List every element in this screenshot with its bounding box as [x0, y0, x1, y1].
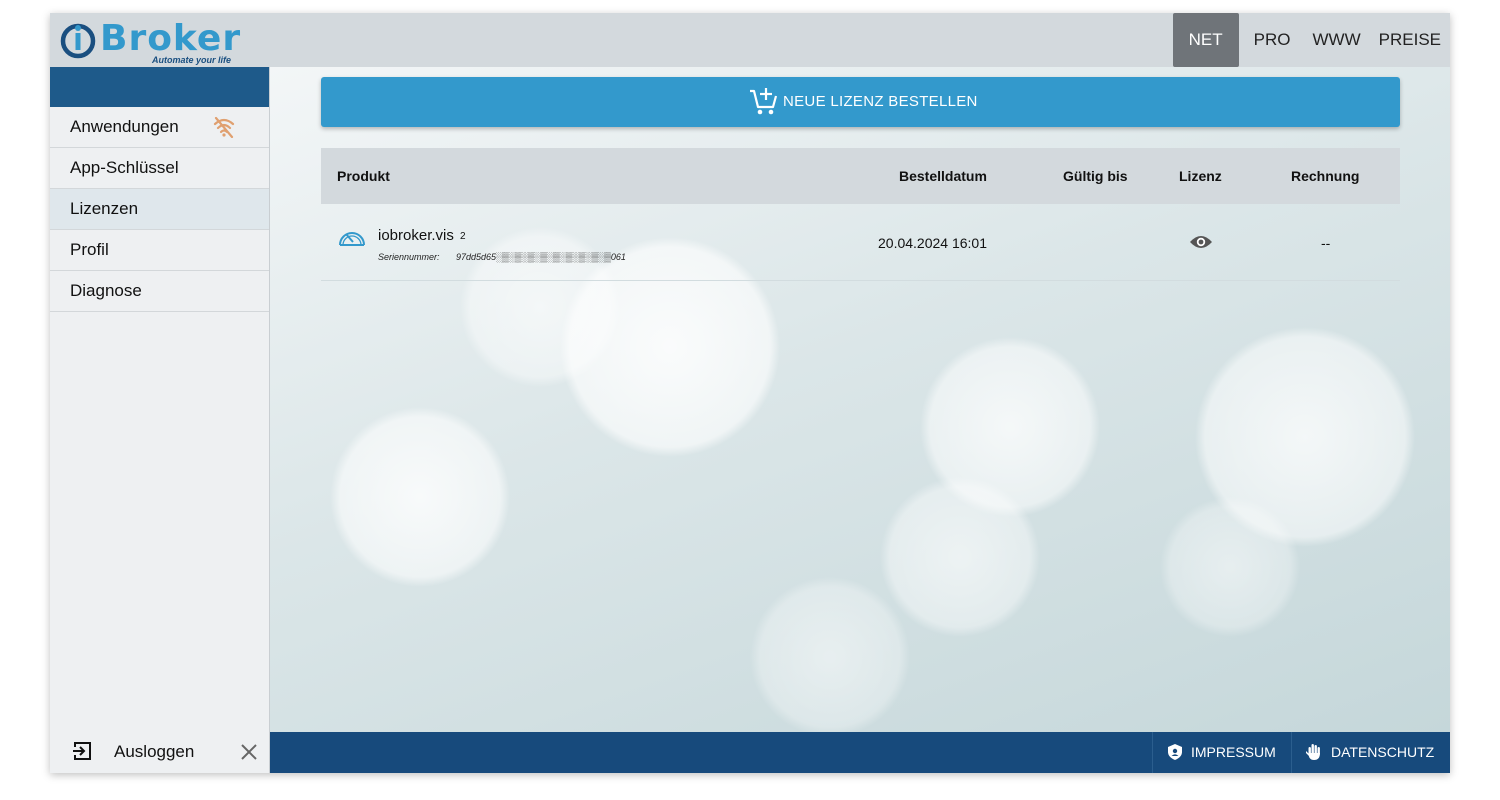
sidebar-item-lizenzen[interactable]: Lizenzen [50, 189, 269, 230]
nav-pro[interactable]: PRO [1245, 13, 1300, 67]
sidebar: Anwendungen App-Schlüssel Lizenzen Profi… [50, 67, 270, 773]
sidebar-item-profil[interactable]: Profil [50, 230, 269, 271]
iobroker-logo-icon [60, 23, 96, 59]
nav-preise[interactable]: PREISE [1370, 13, 1450, 67]
impressum-label: IMPRESSUM [1191, 744, 1276, 760]
nav-www[interactable]: WWW [1304, 13, 1370, 67]
sidebar-header [50, 67, 269, 107]
order-license-button[interactable]: NEUE LIZENZ BESTELLEN [321, 77, 1400, 127]
col-bestelldatum: Bestelldatum [899, 168, 987, 184]
app-window: Broker Automate your life NET PRO WWW PR… [50, 13, 1450, 773]
cart-plus-icon [750, 88, 778, 115]
sidebar-item-label: Lizenzen [70, 199, 139, 218]
shield-icon [1168, 744, 1182, 760]
sidebar-item-label: Diagnose [70, 281, 142, 300]
nav-net[interactable]: NET [1172, 13, 1239, 67]
logo-tagline: Automate your life [152, 55, 232, 65]
col-produkt: Produkt [337, 168, 390, 184]
serial-number: 97dd5d65░▒░▒░▒░▒░▒░▒░▒░▒░▒061 [456, 252, 626, 262]
gauge-icon [339, 232, 365, 246]
col-lizenz: Lizenz [1179, 168, 1222, 184]
main-content: NEUE LIZENZ BESTELLEN Produkt Bestelldat… [270, 67, 1450, 732]
logout-row: Ausloggen [50, 731, 269, 773]
product-version: 2 [460, 231, 466, 242]
sidebar-item-label: Profil [70, 240, 109, 259]
sidebar-item-diagnose[interactable]: Diagnose [50, 271, 269, 312]
datenschutz-label: DATENSCHUTZ [1331, 744, 1435, 760]
table-row: iobroker.vis 2 Seriennummer: 97dd5d65░▒░… [321, 204, 1400, 281]
product-name: iobroker.vis [378, 227, 454, 244]
col-rechnung: Rechnung [1291, 168, 1360, 184]
eye-icon[interactable] [1189, 233, 1213, 251]
table-header: Produkt Bestelldatum Gültig bis Lizenz R… [321, 148, 1400, 204]
sidebar-item-label: App-Schlüssel [70, 158, 179, 177]
iobroker-logo[interactable]: Broker Automate your life [60, 18, 260, 65]
hand-icon [1306, 744, 1320, 760]
invoice-value: -- [1321, 235, 1331, 251]
order-license-label: NEUE LIZENZ BESTELLEN [783, 93, 978, 110]
wifi-off-icon [213, 116, 235, 138]
serial-label: Seriennummer: [378, 252, 440, 262]
top-nav: NET PRO WWW PREISE [1172, 13, 1450, 67]
top-bar: Broker Automate your life NET PRO WWW PR… [50, 13, 1450, 67]
impressum-link[interactable]: IMPRESSUM [1152, 732, 1291, 773]
close-icon[interactable] [239, 742, 259, 762]
order-date: 20.04.2024 16:01 [878, 235, 987, 251]
sidebar-item-anwendungen[interactable]: Anwendungen [50, 107, 269, 148]
sidebar-item-app-schluessel[interactable]: App-Schlüssel [50, 148, 269, 189]
sidebar-item-label: Anwendungen [70, 117, 179, 136]
col-gueltig-bis: Gültig bis [1063, 168, 1128, 184]
datenschutz-link[interactable]: DATENSCHUTZ [1291, 732, 1450, 773]
logo-wordmark: Broker [100, 18, 242, 59]
logout-icon[interactable] [71, 740, 93, 762]
license-table: Produkt Bestelldatum Gültig bis Lizenz R… [321, 148, 1400, 281]
footer: IMPRESSUM DATENSCHUTZ [270, 732, 1450, 773]
logout-button[interactable]: Ausloggen [114, 731, 194, 773]
